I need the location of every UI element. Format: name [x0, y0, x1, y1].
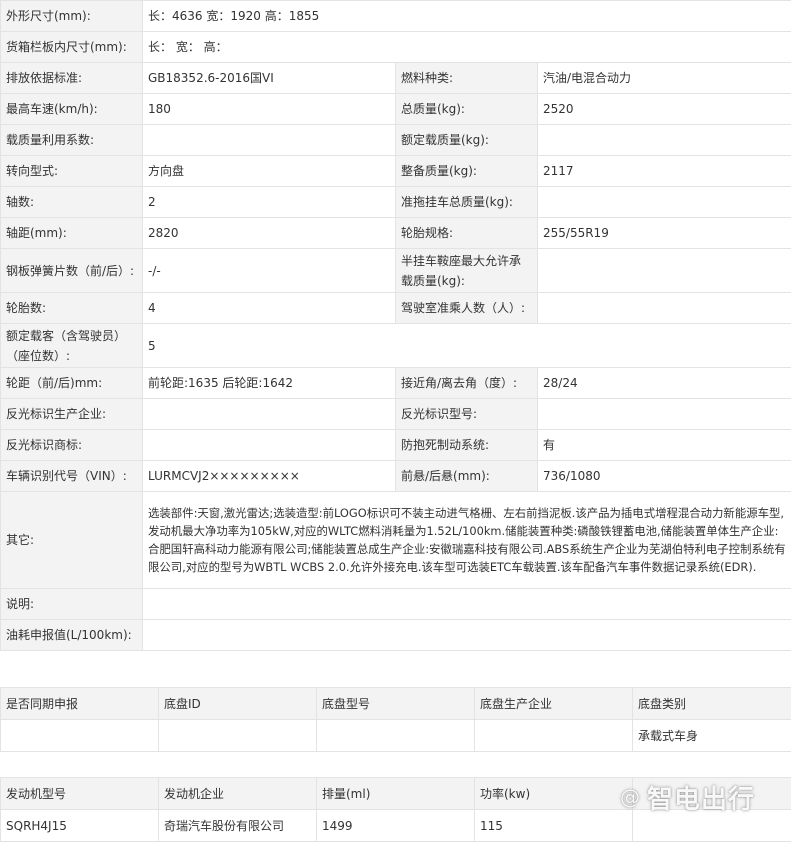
engine-table: 发动机型号 发动机企业 排量(ml) 功率(kw) SQRH4J15 奇瑞汽车股…: [0, 777, 791, 842]
engine-header-maker: 发动机企业: [159, 778, 317, 810]
overhang-label: 前悬/后悬(mm):: [396, 461, 538, 492]
emission-value: GB18352.6-2016国VI: [143, 63, 396, 94]
chassis-header-maker: 底盘生产企业: [475, 688, 633, 720]
outer-dims-value: 长：4636 宽：1920 高：1855: [143, 1, 791, 32]
engine-cell-extra: [633, 810, 791, 842]
engine-cell-displacement: 1499: [317, 810, 475, 842]
abs-label: 防抱死制动系统:: [396, 430, 538, 461]
max-speed-label: 最高车速(km/h):: [1, 94, 143, 125]
engine-header-power: 功率(kw): [475, 778, 633, 810]
abs-value: 有: [538, 430, 791, 461]
trailer-mass-label: 准拖挂车总质量(kg):: [396, 187, 538, 218]
other-value: 选装部件:天窗,激光雷达;选装造型:前LOGO标识可不装主动进气格栅、左右前挡泥…: [143, 492, 791, 589]
engine-cell-power: 115: [475, 810, 633, 842]
note-label: 说明:: [1, 589, 143, 620]
wheelbase-value: 2820: [143, 218, 396, 249]
vin-label: 车辆识别代号（VIN）:: [1, 461, 143, 492]
cargo-dims-value: 长： 宽： 高：: [143, 32, 791, 63]
chassis-header-concurrent: 是否同期申报: [1, 688, 159, 720]
tire-spec-label: 轮胎规格:: [396, 218, 538, 249]
emission-label: 排放依据标准:: [1, 63, 143, 94]
spring-label: 钢板弹簧片数（前/后）:: [1, 249, 143, 293]
engine-header-extra: [633, 778, 791, 810]
curb-mass-label: 整备质量(kg):: [396, 156, 538, 187]
cab-seats-value: [538, 293, 791, 324]
outer-dims-label: 外形尺寸(mm):: [1, 1, 143, 32]
tire-spec-value: 255/55R19: [538, 218, 791, 249]
steering-value: 方向盘: [143, 156, 396, 187]
angle-value: 28/24: [538, 368, 791, 399]
reflect-model-label: 反光标识型号:: [396, 399, 538, 430]
fuel-label: 燃料种类:: [396, 63, 538, 94]
load-util-label: 载质量利用系数:: [1, 125, 143, 156]
max-speed-value: 180: [143, 94, 396, 125]
chassis-cell-concurrent: [1, 720, 159, 752]
reflect-maker-label: 反光标识生产企业:: [1, 399, 143, 430]
reflect-brand-value: [143, 430, 396, 461]
fuel-value: 汽油/电混合动力: [538, 63, 791, 94]
chassis-table: 是否同期申报 底盘ID 底盘型号 底盘生产企业 底盘类别 承载式车身: [0, 687, 791, 752]
rated-passengers-value: 5: [143, 324, 791, 368]
semi-trailer-label: 半挂车鞍座最大允许承载质量(kg):: [396, 249, 538, 293]
rated-load-label: 额定载质量(kg):: [396, 125, 538, 156]
wheelbase-label: 轴距(mm):: [1, 218, 143, 249]
chassis-header-model: 底盘型号: [317, 688, 475, 720]
steering-label: 转向型式:: [1, 156, 143, 187]
reflect-model-value: [538, 399, 791, 430]
cargo-dims-label: 货箱栏板内尺寸(mm):: [1, 32, 143, 63]
angle-label: 接近角/离去角（度）:: [396, 368, 538, 399]
vin-value: LURMCVJ2×××××××××: [143, 461, 396, 492]
fuel-consumption-label: 油耗申报值(L/100km):: [1, 620, 143, 651]
other-label: 其它:: [1, 492, 143, 589]
axles-value: 2: [143, 187, 396, 218]
note-value: [143, 589, 791, 620]
engine-header-displacement: 排量(ml): [317, 778, 475, 810]
chassis-cell-model: [317, 720, 475, 752]
reflect-brand-label: 反光标识商标:: [1, 430, 143, 461]
trailer-mass-value: [538, 187, 791, 218]
total-mass-label: 总质量(kg):: [396, 94, 538, 125]
tire-count-label: 轮胎数:: [1, 293, 143, 324]
load-util-value: [143, 125, 396, 156]
track-value: 前轮距:1635 后轮距:1642: [143, 368, 396, 399]
chassis-cell-type: 承载式车身: [633, 720, 791, 752]
total-mass-value: 2520: [538, 94, 791, 125]
engine-header-model: 发动机型号: [1, 778, 159, 810]
engine-cell-model: SQRH4J15: [1, 810, 159, 842]
chassis-header-type: 底盘类别: [633, 688, 791, 720]
chassis-cell-id: [159, 720, 317, 752]
overhang-value: 736/1080: [538, 461, 791, 492]
spec-table: 外形尺寸(mm): 长：4636 宽：1920 高：1855 货箱栏板内尺寸(m…: [0, 0, 791, 651]
track-label: 轮距（前/后)mm:: [1, 368, 143, 399]
rated-passengers-label: 额定载客（含驾驶员）（座位数）:: [1, 324, 143, 368]
tire-count-value: 4: [143, 293, 396, 324]
rated-load-value: [538, 125, 791, 156]
engine-cell-maker: 奇瑞汽车股份有限公司: [159, 810, 317, 842]
chassis-cell-maker: [475, 720, 633, 752]
cab-seats-label: 驾驶室准乘人数（人）:: [396, 293, 538, 324]
spring-value: -/-: [143, 249, 396, 293]
fuel-consumption-value: [143, 620, 791, 651]
semi-trailer-value: [538, 249, 791, 293]
axles-label: 轴数:: [1, 187, 143, 218]
reflect-maker-value: [143, 399, 396, 430]
curb-mass-value: 2117: [538, 156, 791, 187]
chassis-header-id: 底盘ID: [159, 688, 317, 720]
